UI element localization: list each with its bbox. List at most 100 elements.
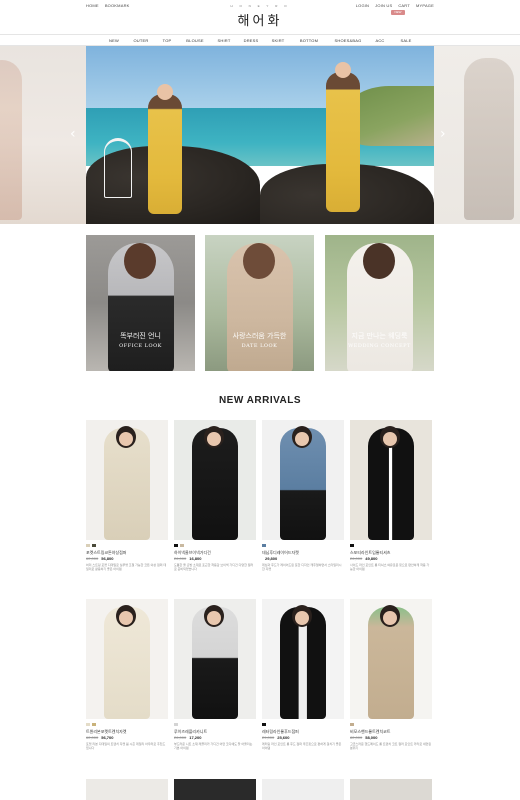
model-face [383,611,397,625]
join-link[interactable]: JOIN US [375,3,392,8]
original-price: 29,000 [262,735,275,740]
model-figure [0,60,22,220]
nav-item-shoes-bag[interactable]: SHOES&BAG [335,38,362,43]
chevron-left-icon[interactable]: ‹ [70,126,76,142]
product-card[interactable]: 레터링라인롱후드점퍼 29,000 25,600 레터링 라인 포인트 롱 후드 … [262,599,344,750]
model-face [295,611,309,625]
nav-item-acc[interactable]: ACC [375,38,384,43]
swatch [92,544,96,547]
model-figure [464,58,514,220]
hero-image-left [86,46,260,224]
logo-subtitle: H O N E Y R O [230,4,290,8]
hero-next-slide-preview [434,46,520,224]
product-image[interactable] [262,420,344,540]
original-price: 62,000 [86,556,99,561]
product-image[interactable] [350,420,432,540]
banner-office-look[interactable]: 똑부러진 언니 OFFICE LOOK [86,235,195,371]
lookbook-banners: 똑부러진 언니 OFFICE LOOK 사랑스러움 가득한 DATE LOOK … [86,235,434,371]
product-image[interactable] [262,599,344,719]
nav-item-shirt[interactable]: SHIRT [218,38,231,43]
swatch [350,544,354,547]
product-description: 사이드 라인 포인트 롱 티셔츠 여유로운 핏으로 편안하게 착용 가능한 아이… [350,563,430,571]
sale-price: 56,800 [101,556,114,561]
product-description: 허리 스트링 포켓 디테일로 실루엣 조절 가능한 코튼 야상 점퍼 데일리로 … [86,563,167,571]
product-image-partial[interactable] [262,779,344,800]
product-image[interactable] [174,599,256,719]
main-nav: NEW OUTER TOP BLOUSE SHIRT DRESS SKIRT B… [0,34,520,46]
product-price: 29,800 [262,556,277,561]
hero-slider[interactable]: ‹ › [0,46,520,224]
nav-item-blouse[interactable]: BLOUSE [186,38,203,43]
product-image[interactable] [350,599,432,719]
product-description: 도톰한 울 혼방 소재로 포근한 착용감 브이넥 가디건 다양한 컬러로 준비되… [174,563,254,571]
top-header: HOME BOOKMARK H O N E Y R O 해어화 LOGIN JO… [0,0,520,34]
product-description: 데님과 후드가 레이어드된 듯한 디자인 캐주얼하면서 스타일리시한 자켓 [262,563,342,571]
login-link[interactable]: LOGIN [356,3,369,8]
product-image-partial[interactable] [86,779,168,800]
swatch [180,544,184,547]
product-price: 29,000 25,600 [262,735,289,740]
product-image[interactable] [174,420,256,540]
product-card[interactable]: 트윈리본포켓트렌치자켓 62,000 56,700 포켓 리본 디테일의 트렌치 … [86,599,168,750]
nav-item-skirt[interactable]: SKIRT [272,38,285,43]
nav-item-dress[interactable]: DRESS [244,38,259,43]
product-image[interactable] [86,420,168,540]
product-image-partial[interactable] [350,779,432,800]
color-swatches [86,723,96,726]
model-face [295,432,309,446]
product-card[interactable]: 루이즈레플리카니트 26,000 17,200 부드러운 니트 소재 레플리카 가… [174,599,256,750]
model-figure [326,62,360,212]
util-links-right: LOGIN JOIN US CART MYPAGE [356,3,434,8]
swatch [262,723,266,726]
product-description: 레터링 라인 포인트 롱 후드 점퍼 루즈핏으로 편하게 걸치기 좋은 아이템 [262,742,342,750]
logo-title: 해어화 [237,14,283,29]
model-head [124,243,156,279]
banner-title-ko: 똑부러진 언니 [120,332,161,340]
banner-date-look[interactable]: 사랑스러움 가득한 DATE LOOK [205,235,314,371]
sale-price: 49,800 [365,556,378,561]
nav-item-new[interactable]: NEW [109,38,119,43]
product-image[interactable] [86,599,168,719]
nav-item-outer[interactable]: OUTER [134,38,149,43]
model-face [119,432,133,446]
product-description: 고급스러운 핸드메이드 롱 트렌치 코트 컬러 포인트 카라로 세련된 분위기 [350,742,432,750]
cart-link[interactable]: CART [398,3,410,8]
color-swatches [174,723,178,726]
mypage-link[interactable]: MYPAGE [416,3,434,8]
hero-slide-current[interactable] [86,46,434,224]
banner-title-en: OFFICE LOOK [119,343,162,349]
banner-wedding-concept[interactable]: 지금 만나는 웨딩룩 WEDDING CONCEPT [325,235,434,371]
model-face [383,432,397,446]
product-image-partial[interactable] [174,779,256,800]
hero-image-right [260,46,434,224]
product-price: 82,000 58,000 [350,735,377,740]
banner-title-ko: 사랑스러움 가득한 [232,332,287,340]
sale-price: 29,800 [265,556,278,561]
product-card[interactable]: 하이넥울브이넥가디건 26,000 16,800 도톰한 울 혼방 소재로 포근한… [174,420,256,571]
original-price: 26,000 [350,556,363,561]
swatch [86,544,90,547]
product-card[interactable]: 포켓스트링코튼야상점퍼 62,000 56,800 허리 스트링 포켓 디테일로 … [86,420,168,571]
banner-title-en: WEDDING CONCEPT [348,343,411,349]
white-stool [104,138,132,198]
nav-item-top[interactable]: TOP [163,38,172,43]
cart-badge: NEW [391,10,405,15]
sale-price: 25,600 [277,735,290,740]
product-card[interactable]: 스포티라인트임롱티셔츠 26,000 49,800 사이드 라인 포인트 롱 티셔… [350,420,432,571]
product-card[interactable]: 데님후디레이어드자켓 29,800 데님과 후드가 레이어드된 듯한 디자인 캐… [262,420,344,571]
model-face [119,611,133,625]
chevron-right-icon[interactable]: › [440,126,446,142]
banner-title-ko: 지금 만나는 웨딩룩 [351,332,408,340]
color-swatches [262,544,266,547]
product-description: 포켓 리본 디테일의 트렌치 자켓 봄 시즌 데일리 아우터로 추천드립니다 [86,742,166,750]
nav-item-bottom[interactable]: BOTTOM [300,38,318,43]
nav-item-sale[interactable]: SALE [400,38,411,43]
site-logo[interactable]: H O N E Y R O 해어화 [0,4,520,29]
sale-price: 56,700 [101,735,114,740]
banner-label: 지금 만나는 웨딩룩 WEDDING CONCEPT [325,331,434,349]
swatch [92,723,96,726]
banner-title-en: DATE LOOK [241,343,278,349]
original-price: 26,000 [174,735,187,740]
product-price: 26,000 49,800 [350,556,377,561]
product-card[interactable]: 비모스핸드롱트렌치코트 82,000 58,000 고급스러운 핸드메이드 롱 트… [350,599,432,750]
